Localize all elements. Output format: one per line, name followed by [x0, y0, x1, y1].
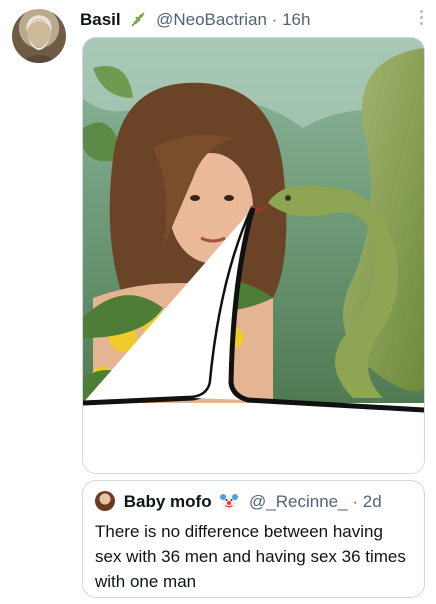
author-handle[interactable]: @NeoBactrian: [156, 10, 267, 29]
clown-emoji-icon: [220, 492, 239, 510]
separator-dot: ·: [271, 10, 278, 29]
leaf-icon: [129, 10, 147, 28]
author-name[interactable]: Basil: [80, 10, 121, 29]
quoted-tweet[interactable]: Baby mofo @_Recinne_ · 2d There is no di…: [82, 480, 425, 598]
quoted-tweet-text: There is no difference between having se…: [95, 522, 406, 591]
quoted-author-avatar[interactable]: [95, 491, 115, 511]
tweet-time[interactable]: 16h: [282, 10, 310, 29]
meme-illustration: [83, 38, 424, 473]
quoted-tweet-header: Baby mofo @_Recinne_ · 2d: [95, 491, 382, 513]
author-avatar[interactable]: [12, 9, 66, 63]
quoted-separator-dot: ·: [352, 492, 358, 511]
tweet-image[interactable]: [82, 37, 425, 474]
quoted-author-handle[interactable]: @_Recinne_: [249, 492, 348, 511]
quoted-tweet-time[interactable]: 2d: [363, 492, 382, 511]
tweet-header: Basil @NeoBactrian · 16h: [80, 8, 422, 32]
avatar-portrait: [20, 19, 58, 63]
more-options-icon[interactable]: [420, 10, 424, 28]
quoted-author-name[interactable]: Baby mofo: [124, 492, 212, 511]
